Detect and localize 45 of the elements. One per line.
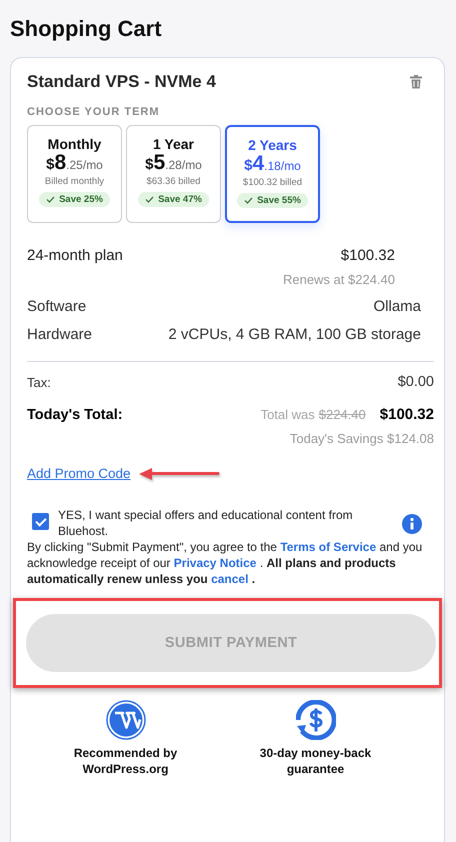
term-label: 2 Years (248, 137, 297, 153)
legal-link[interactable]: Privacy Notice (174, 556, 256, 570)
dollar-refresh-icon (296, 700, 336, 740)
detail-label: Software (27, 298, 86, 315)
checkbox[interactable] (32, 513, 49, 530)
tax-value: $0.00 (398, 374, 434, 390)
info-icon[interactable] (402, 514, 422, 534)
product-name: Standard VPS - NVMe 4 (27, 72, 216, 92)
savings-badge: Save 25% (39, 192, 110, 207)
legal-text: By clicking "Submit Payment", you agree to the Terms of Service and you acknowledge receipt of our Privacy Notice . All plans and products automatically renew unless you cancel . (27, 539, 424, 587)
trash-icon[interactable] (410, 75, 422, 89)
term-option[interactable]: 2 Years $4.18/mo $100.32 billed Save 55% (225, 125, 320, 223)
page-title: Shopping Cart (9, 15, 163, 42)
term-option[interactable]: 1 Year $5.28/mo $63.36 billed Save 47% (126, 125, 221, 223)
billed-note: $100.32 billed (242, 177, 302, 188)
previous-total-label: Total was (260, 407, 315, 422)
billed-note: Billed monthly (44, 176, 104, 187)
term-option[interactable]: Monthly $8.25/mo Billed monthly Save 25% (27, 125, 122, 223)
term-price: $8.25/mo (46, 153, 103, 175)
total-amount: $100.32 (380, 406, 434, 423)
term-price: $4.18/mo (244, 154, 301, 176)
savings-badge: Save 47% (138, 192, 209, 207)
previous-total: $224.40 (318, 407, 366, 422)
savings-badge: Save 55% (237, 193, 308, 208)
badge-caption: Recommended by WordPress.org (72, 745, 178, 777)
section-heading: CHOOSE YOUR TERM (27, 106, 161, 118)
tax-label: Tax: (27, 374, 51, 390)
promo-code-link[interactable]: Add Promo Code (27, 466, 131, 481)
billed-note: $63.36 billed (146, 176, 200, 187)
detail-value: 2 vCPUs, 4 GB RAM, 100 GB storage (168, 326, 421, 343)
savings-note: Today's Savings $124.08 (290, 431, 434, 446)
wordpress-icon (106, 700, 146, 740)
detail-label: Hardware (27, 326, 92, 343)
total-label: Today's Total: (27, 406, 123, 422)
plan-price: $100.32 (340, 247, 395, 264)
term-label: Monthly (48, 136, 102, 152)
term-label: 1 Year (152, 136, 194, 152)
detail-value: Ollama (373, 298, 421, 315)
legal-link[interactable]: Terms of Service (280, 540, 376, 554)
term-price: $5.28/mo (145, 153, 202, 175)
legal-link[interactable]: cancel (211, 572, 248, 586)
offers-text: YES, I want special offers and educational content from Bluehost. (58, 507, 354, 539)
badge-caption: 30-day money-back guarantee (258, 745, 372, 777)
plan-label: 24-month plan (27, 247, 123, 264)
renewal-note: Renews at $224.40 (282, 272, 395, 287)
